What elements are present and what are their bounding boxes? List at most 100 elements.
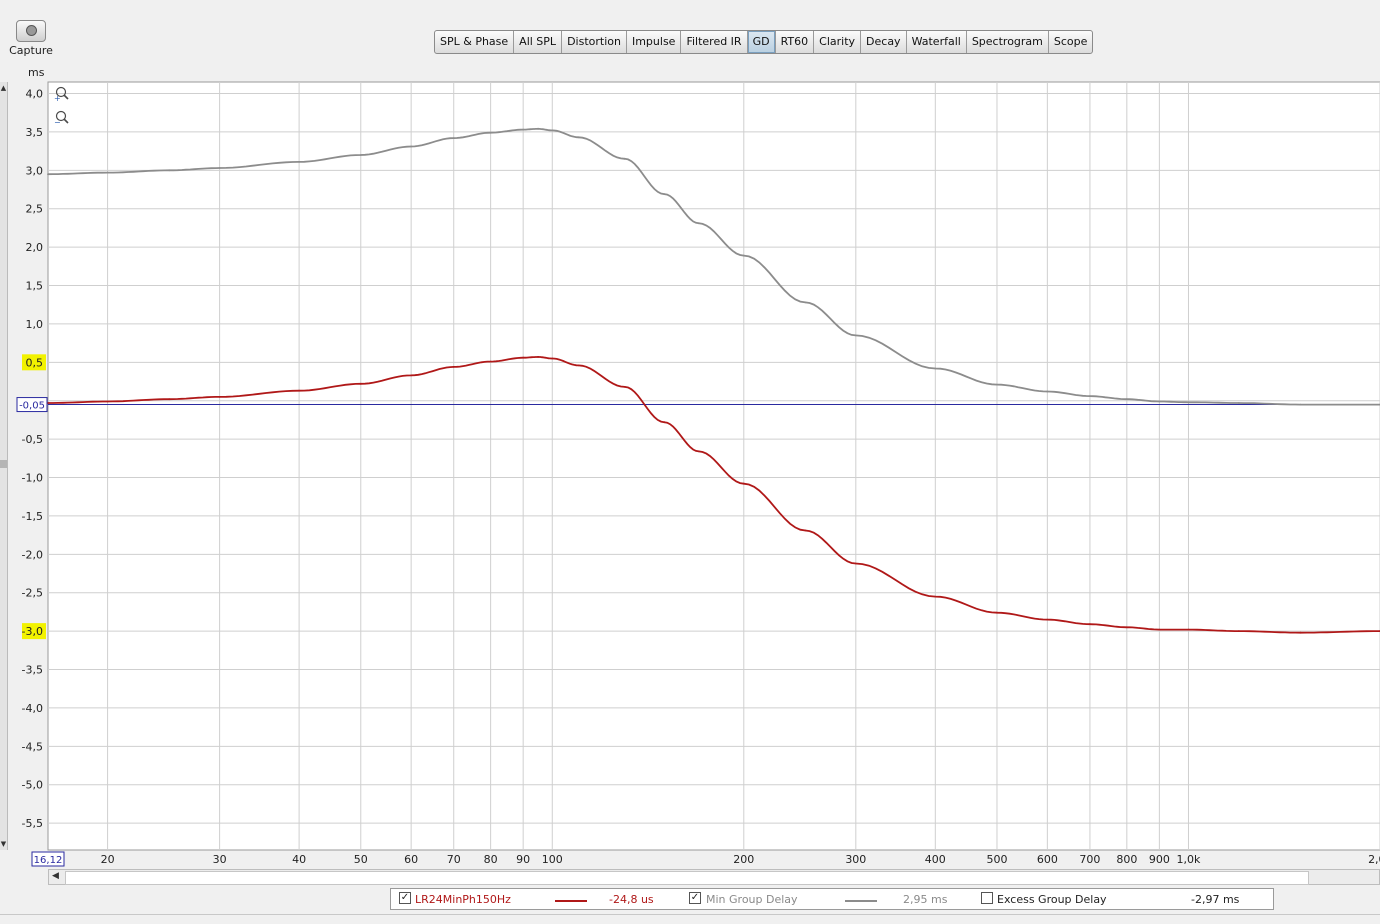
series-point-1 [698,222,700,225]
series-point-0 [623,386,626,388]
y-tick-label: -5,0 [22,779,43,792]
legend-swatch-min-gd [845,900,877,902]
x-tick-label: 20 [101,853,115,866]
check-icon: ✓ [400,892,410,903]
series-point-1 [1238,402,1240,404]
status-divider [0,914,1380,915]
series-point-1 [742,254,745,257]
x-tick-label: 1,0k [1177,853,1201,866]
y-tick-label: -2,0 [22,548,43,561]
series-point-0 [1299,631,1302,634]
series-point-1 [663,193,666,196]
y-tick-label: 0,5 [26,356,44,369]
x-tick-label: 60 [404,853,418,866]
y-tick-label: 2,0 [26,241,44,254]
series-point-1 [804,301,807,304]
series-point-0 [742,482,745,485]
legend-name-lr24: LR24MinPh150Hz [415,893,511,906]
legend-value-lr24: -24,8 us [609,893,654,906]
series-point-0 [106,400,109,403]
series-point-1 [1089,395,1091,397]
x-tick-label: 200 [733,853,754,866]
series-point-0 [1089,623,1091,626]
x-tick-label: 50 [354,853,368,866]
y-tick-label: 3,0 [26,164,44,177]
series-point-0 [359,382,362,385]
series-point-0 [537,356,539,358]
y-tick-label: -1,5 [22,510,43,523]
legend-swatch-lr24 [555,900,587,902]
series-point-0 [551,357,554,360]
series-point-1 [218,167,221,169]
x-tick-labels: 20 30 40 50 60 70 80 90 100 200 300 400 500 600 700 800… [101,853,1380,866]
x-tick-label: 30 [213,853,227,866]
y-tick-label: -4,5 [22,740,43,753]
y-tick-label: -3,5 [22,664,43,677]
x-tick-label: 400 [925,853,946,866]
y-tick-label: -3,0 [22,625,43,638]
x-tick-label: 800 [1116,853,1137,866]
series-point-0 [1238,630,1240,632]
x-readout: 16,12 [34,855,63,866]
series-point-1 [623,157,626,160]
y-tick-label: 2,5 [26,203,44,216]
check-icon: ✓ [690,892,700,903]
y-tick-label: -0,5 [22,433,43,446]
series-point-0 [452,366,455,368]
series-point-0 [1158,628,1161,631]
y-tick-label: -2,5 [22,587,43,600]
x-tick-label: 900 [1149,853,1170,866]
series-point-1 [1125,398,1128,401]
legend: ✓ LR24MinPh150Hz -24,8 us ✓ Min Group De… [390,888,1274,910]
plot-area[interactable] [47,81,1380,851]
group-delay-chart[interactable]: 4,0 3,5 3,0 2,5 2,0 1,5 1,0 0,5 -0,5 -1,0 -1,5 -2,0… [0,0,1380,870]
series-point-0 [996,611,998,614]
series-point-1 [537,127,539,130]
legend-name-min-gd: Min Group Delay [706,893,798,906]
y-tick-label: -5,5 [22,817,43,830]
y-tick-labels: 4,0 3,5 3,0 2,5 2,0 1,5 1,0 0,5 -0,5 -1,0 -1,5 -2,0… [22,88,46,830]
series-point-1 [106,171,109,174]
horizontal-scrollbar[interactable]: ◀ [48,869,1380,885]
series-point-1 [452,137,455,140]
horizontal-scroll-thumb[interactable] [65,871,1309,885]
series-point-1 [551,129,554,132]
y-tick-label: 1,5 [26,280,44,293]
series-point-0 [577,364,580,367]
series-point-0 [410,374,412,377]
scroll-left-icon[interactable]: ◀ [52,871,59,881]
legend-checkbox-min-gd[interactable]: ✓ [689,892,701,904]
legend-checkbox-excess-gd[interactable] [981,892,993,904]
x-tick-label: 600 [1037,853,1058,866]
legend-name-excess-gd: Excess Group Delay [997,893,1107,906]
x-tick-label: 300 [845,853,866,866]
series-point-1 [522,128,525,131]
series-point-0 [168,398,171,401]
series-point-1 [168,169,171,172]
series-point-0 [1125,626,1128,629]
series-point-1 [577,136,580,139]
series-point-0 [804,529,807,532]
x-tick-label: 90 [516,853,530,866]
svg-text:−: − [54,118,61,127]
series-point-1 [1299,403,1302,406]
series-point-1 [1187,401,1190,404]
series-point-0 [1046,618,1049,621]
series-point-0 [854,562,857,565]
series-point-1 [298,161,300,163]
x-tick-label: 80 [484,853,498,866]
y-tick-label: -4,0 [22,702,43,715]
series-point-1 [359,154,362,156]
y-tick-label: -1,0 [22,472,43,485]
legend-value-excess-gd: -2,97 ms [1191,893,1240,906]
svg-text:+: + [54,94,61,103]
series-point-0 [298,389,300,392]
series-point-1 [489,131,492,134]
series-point-0 [522,356,525,359]
x-tick-label: 500 [986,853,1007,866]
x-tick-label: 100 [542,853,563,866]
y-tick-label: 4,0 [26,88,44,101]
series-point-1 [410,145,412,148]
series-point-0 [489,360,492,363]
legend-checkbox-lr24[interactable]: ✓ [399,892,411,904]
